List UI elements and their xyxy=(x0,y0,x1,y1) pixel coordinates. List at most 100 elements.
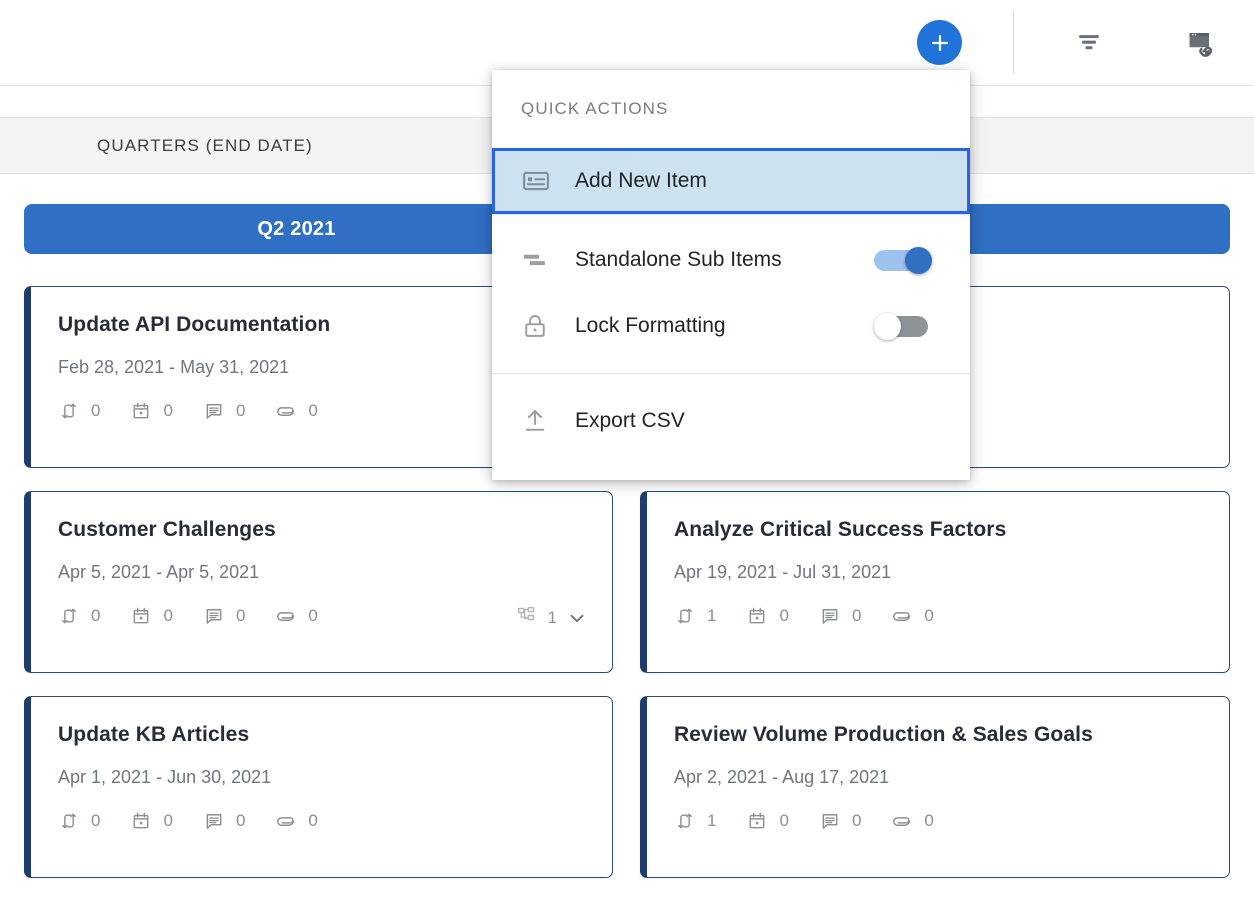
metric-calendar[interactable]: 0 xyxy=(130,810,172,832)
metric-count: 0 xyxy=(91,606,100,626)
metric-dependency[interactable]: 0 xyxy=(58,400,100,422)
subitems-count: 1 xyxy=(548,608,557,628)
app-root: QUARTERS (END DATE) Q2 2021 Update API D… xyxy=(0,0,1254,910)
toolbar-divider xyxy=(1013,12,1014,74)
card-dates: Apr 5, 2021 - Apr 5, 2021 xyxy=(58,562,259,583)
attachment-icon xyxy=(275,810,297,832)
comment-icon xyxy=(819,810,841,832)
chevron-down-icon[interactable] xyxy=(566,607,588,629)
calendar-icon xyxy=(130,605,152,627)
card-customer-challenges[interactable]: Customer Challenges Apr 5, 2021 - Apr 5,… xyxy=(24,491,613,673)
comment-icon xyxy=(203,400,225,422)
metric-dependency[interactable]: 1 xyxy=(674,810,716,832)
menu-item-lock-formatting[interactable]: Lock Formatting xyxy=(492,293,970,359)
metric-count: 0 xyxy=(924,606,933,626)
metric-comment[interactable]: 0 xyxy=(203,400,245,422)
metric-comment[interactable]: 0 xyxy=(819,810,861,832)
dependency-icon xyxy=(674,810,696,832)
lock-icon xyxy=(521,312,555,340)
card-metrics: 1 0 xyxy=(674,810,964,832)
plus-icon xyxy=(929,32,951,54)
metric-calendar[interactable]: 0 xyxy=(130,400,172,422)
export-upload-icon xyxy=(521,407,555,435)
metric-count: 0 xyxy=(852,606,861,626)
embed-link-button[interactable] xyxy=(1178,20,1224,66)
calendar-icon xyxy=(746,605,768,627)
metric-count: 0 xyxy=(852,811,861,831)
menu-item-label: Standalone Sub Items xyxy=(575,248,782,272)
card-dates: Apr 1, 2021 - Jun 30, 2021 xyxy=(58,767,271,788)
metric-attachment[interactable]: 0 xyxy=(275,400,317,422)
calendar-icon xyxy=(746,810,768,832)
attachment-icon xyxy=(891,810,913,832)
card-metrics: 0 0 xyxy=(58,400,348,422)
menu-item-export-csv[interactable]: Export CSV xyxy=(492,388,970,454)
card-dates: Apr 2, 2021 - Aug 17, 2021 xyxy=(674,767,889,788)
metric-attachment[interactable]: 0 xyxy=(891,605,933,627)
metric-count: 0 xyxy=(308,606,317,626)
toggle-knob xyxy=(905,247,932,274)
comment-icon xyxy=(819,605,841,627)
quick-actions-header: QUICK ACTIONS xyxy=(492,70,970,148)
dependency-icon xyxy=(674,605,696,627)
metric-comment[interactable]: 0 xyxy=(203,605,245,627)
card-metrics: 1 0 xyxy=(674,605,964,627)
metric-dependency[interactable]: 0 xyxy=(58,810,100,832)
metric-count: 0 xyxy=(236,606,245,626)
toggle-knob xyxy=(874,313,901,340)
metric-attachment[interactable]: 0 xyxy=(891,810,933,832)
card-metrics: 0 0 xyxy=(58,605,348,627)
dependency-icon xyxy=(58,400,80,422)
filter-button[interactable] xyxy=(1066,20,1112,66)
menu-export-group: Export CSV xyxy=(492,374,970,480)
metric-dependency[interactable]: 1 xyxy=(674,605,716,627)
card-update-kb-articles[interactable]: Update KB Articles Apr 1, 2021 - Jun 30,… xyxy=(24,696,613,878)
hierarchy-icon xyxy=(516,605,537,631)
attachment-icon xyxy=(275,605,297,627)
quick-actions-menu: QUICK ACTIONS Add New Item xyxy=(492,70,970,480)
menu-item-label: Lock Formatting xyxy=(575,314,726,338)
menu-item-add-new-item[interactable]: Add New Item xyxy=(492,148,970,214)
card-title: Analyze Critical Success Factors xyxy=(674,518,1006,542)
metric-calendar[interactable]: 0 xyxy=(746,605,788,627)
add-item-icon xyxy=(521,166,555,196)
metric-count: 0 xyxy=(163,811,172,831)
metric-attachment[interactable]: 0 xyxy=(275,605,317,627)
metric-count: 0 xyxy=(308,811,317,831)
attachment-icon xyxy=(891,605,913,627)
comment-icon xyxy=(203,810,225,832)
metric-count: 0 xyxy=(91,401,100,421)
dependency-icon xyxy=(58,810,80,832)
card-title: Update API Documentation xyxy=(58,313,330,337)
metric-count: 0 xyxy=(163,401,172,421)
embed-link-icon xyxy=(1186,28,1216,58)
metric-comment[interactable]: 0 xyxy=(203,810,245,832)
add-button[interactable] xyxy=(917,20,962,65)
card-title: Update KB Articles xyxy=(58,723,249,747)
metric-count: 1 xyxy=(707,606,716,626)
metric-count: 0 xyxy=(236,401,245,421)
card-analyze-critical-success-factors[interactable]: Analyze Critical Success Factors Apr 19,… xyxy=(640,491,1230,673)
metric-count: 0 xyxy=(779,811,788,831)
dependency-icon xyxy=(58,605,80,627)
metric-dependency[interactable]: 0 xyxy=(58,605,100,627)
card-review-volume-production-sales-goals[interactable]: Review Volume Production & Sales Goals A… xyxy=(640,696,1230,878)
timeline-header-label: QUARTERS (END DATE) xyxy=(97,136,313,156)
metric-calendar[interactable]: 0 xyxy=(130,605,172,627)
metric-attachment[interactable]: 0 xyxy=(275,810,317,832)
menu-item-standalone-sub-items[interactable]: Standalone Sub Items xyxy=(492,227,970,293)
lock-formatting-toggle[interactable] xyxy=(874,313,936,339)
card-dates: Apr 19, 2021 - Jul 31, 2021 xyxy=(674,562,891,583)
menu-toggle-group: Standalone Sub Items Lock Formatting xyxy=(492,215,970,373)
metric-count: 0 xyxy=(236,811,245,831)
metric-count: 0 xyxy=(779,606,788,626)
sub-items-icon xyxy=(521,246,555,274)
metric-calendar[interactable]: 0 xyxy=(746,810,788,832)
card-row: Customer Challenges Apr 5, 2021 - Apr 5,… xyxy=(0,491,1254,696)
menu-item-label: Add New Item xyxy=(575,169,707,193)
standalone-sub-items-toggle[interactable] xyxy=(874,247,936,273)
quarter-pill-label: Q2 2021 xyxy=(24,218,569,241)
metric-count: 0 xyxy=(924,811,933,831)
metric-comment[interactable]: 0 xyxy=(819,605,861,627)
subitems-expander[interactable]: 1 xyxy=(516,605,588,631)
